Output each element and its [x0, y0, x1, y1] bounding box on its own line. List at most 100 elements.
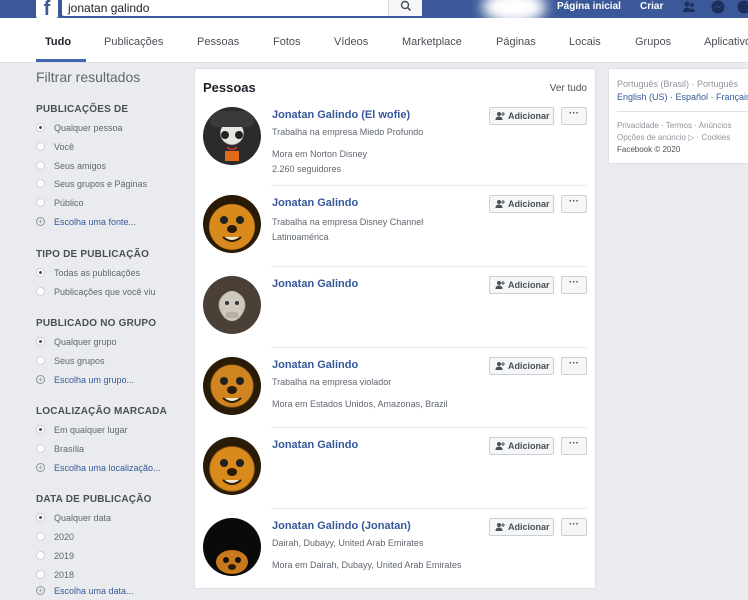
add-friend-icon [495, 280, 505, 290]
radio-icon [36, 551, 45, 560]
choose-source-link[interactable]: +Escolha uma fonte... [36, 217, 136, 231]
more-options-button[interactable]: ··· [561, 357, 587, 375]
radio-icon [36, 444, 45, 453]
filter-option[interactable]: Você [36, 142, 74, 156]
create-link[interactable]: Criar [640, 1, 663, 12]
tab-videos[interactable]: Vídeos [334, 36, 368, 48]
radio-selected-icon [36, 123, 45, 132]
radio-selected-icon [36, 425, 45, 434]
search-input[interactable]: jonatan galindo [62, 0, 388, 16]
filter-option[interactable]: Todas as publicações [36, 268, 140, 282]
tab-people[interactable]: Pessoas [197, 36, 239, 48]
more-options-button[interactable]: ··· [561, 276, 587, 294]
plus-icon: + [36, 463, 45, 472]
radio-icon [36, 356, 45, 365]
filter-option[interactable]: Qualquer grupo [36, 337, 117, 351]
tab-photos[interactable]: Fotos [273, 36, 301, 48]
radio-icon [36, 179, 45, 188]
tab-marketplace[interactable]: Marketplace [402, 36, 462, 48]
filter-option[interactable]: Publicações que você viu [36, 287, 156, 301]
filter-option[interactable]: 2018 [36, 570, 74, 584]
add-friend-button[interactable]: Adicionar [489, 276, 554, 294]
add-friend-icon [495, 361, 505, 371]
add-friend-button[interactable]: Adicionar [489, 518, 554, 536]
person-name-link[interactable]: Jonatan Galindo [272, 278, 358, 290]
radio-selected-icon [36, 513, 45, 522]
person-name-link[interactable]: Jonatan Galindo [272, 439, 358, 451]
avatar[interactable] [203, 276, 261, 334]
messenger-icon[interactable] [711, 0, 725, 14]
person-location: Mora em Norton Disney [272, 149, 367, 159]
more-options-button[interactable]: ··· [561, 437, 587, 455]
avatar-image-icon [203, 276, 261, 334]
plus-icon: + [36, 217, 45, 226]
notifications-icon[interactable] [737, 0, 748, 14]
person-work: Trabalha na empresa Miedo Profundo [272, 127, 423, 137]
divider [271, 508, 587, 509]
filter-option[interactable]: Brasília [36, 444, 84, 458]
filter-option[interactable]: Seus grupos e Páginas [36, 179, 147, 193]
add-friend-button[interactable]: Adicionar [489, 357, 554, 375]
avatar[interactable] [203, 357, 261, 415]
tab-posts[interactable]: Publicações [104, 36, 163, 48]
section-title-posts-from: PUBLICAÇÕES DE [36, 104, 128, 115]
search-button[interactable] [388, 0, 422, 16]
radio-icon [36, 142, 45, 151]
tab-all[interactable]: Tudo [45, 36, 71, 48]
friends-icon[interactable] [682, 0, 696, 14]
avatar-image-icon [203, 518, 261, 576]
choose-date-link[interactable]: +Escolha uma data... [36, 586, 134, 600]
facebook-logo-icon[interactable]: f [36, 0, 58, 18]
footer-links[interactable]: Privacidade · Termos · Anúncios [617, 121, 732, 130]
filter-option[interactable]: Qualquer data [36, 513, 111, 527]
right-sidebar: Português (Brasil) · Português English (… [608, 68, 748, 164]
filter-option[interactable]: 2019 [36, 551, 74, 565]
add-friend-icon [495, 111, 505, 121]
home-link[interactable]: Página inicial [557, 1, 621, 12]
language-links[interactable]: Português (Brasil) · Português [617, 79, 738, 89]
filter-option[interactable]: Público [36, 198, 84, 212]
person-name-link[interactable]: Jonatan Galindo [272, 197, 358, 209]
active-tab-indicator [36, 59, 86, 62]
add-friend-button[interactable]: Adicionar [489, 107, 554, 125]
more-options-button[interactable]: ··· [561, 518, 587, 536]
add-friend-button[interactable]: Adicionar [489, 195, 554, 213]
choose-group-link[interactable]: +Escolha um grupo... [36, 375, 134, 389]
filter-option[interactable]: Seus amigos [36, 161, 106, 175]
filter-option[interactable]: 2020 [36, 532, 74, 546]
person-followers: 2.260 seguidores [272, 164, 341, 174]
card-title: Pessoas [203, 80, 256, 95]
section-title-posted-in-group: PUBLICADO NO GRUPO [36, 318, 156, 329]
language-links-2[interactable]: English (US) · Español · Français [617, 92, 748, 102]
avatar[interactable] [203, 107, 261, 165]
more-options-button[interactable]: ··· [561, 107, 587, 125]
avatar-image-icon [203, 195, 261, 253]
add-friend-button[interactable]: Adicionar [489, 437, 554, 455]
divider [617, 111, 747, 112]
radio-selected-icon [36, 337, 45, 346]
copyright: Facebook © 2020 [617, 145, 680, 154]
tab-places[interactable]: Locais [569, 36, 601, 48]
filter-option[interactable]: Qualquer pessoa [36, 123, 123, 137]
tab-apps[interactable]: Aplicativos [704, 36, 748, 48]
section-title-date-posted: DATA DE PUBLICAÇÃO [36, 494, 152, 505]
people-results-card: Pessoas Ver tudo Jonatan Galindo (El wof… [194, 68, 596, 589]
see-all-link[interactable]: Ver tudo [550, 83, 587, 94]
tab-groups[interactable]: Grupos [635, 36, 671, 48]
more-options-button[interactable]: ··· [561, 195, 587, 213]
person-name-link[interactable]: Jonatan Galindo (Jonatan) [272, 520, 411, 532]
choose-location-link[interactable]: +Escolha uma localização... [36, 463, 161, 477]
footer-links-2[interactable]: Opções de anúncio ▷ · Cookies [617, 133, 730, 142]
person-location: Mora em Estados Unidos, Amazonas, Brazil [272, 399, 448, 409]
tab-pages[interactable]: Páginas [496, 36, 536, 48]
filters-title: Filtrar resultados [36, 69, 140, 85]
avatar[interactable] [203, 437, 261, 495]
avatar[interactable] [203, 518, 261, 576]
section-title-tagged-location: LOCALIZAÇÃO MARCADA [36, 406, 167, 417]
person-name-link[interactable]: Jonatan Galindo [272, 359, 358, 371]
avatar[interactable] [203, 195, 261, 253]
person-work: Trabalha na empresa Disney Channel Latin… [272, 215, 462, 245]
filter-option[interactable]: Em qualquer lugar [36, 425, 128, 439]
person-name-link[interactable]: Jonatan Galindo (El wofie) [272, 109, 410, 121]
filter-option[interactable]: Seus grupos [36, 356, 105, 370]
